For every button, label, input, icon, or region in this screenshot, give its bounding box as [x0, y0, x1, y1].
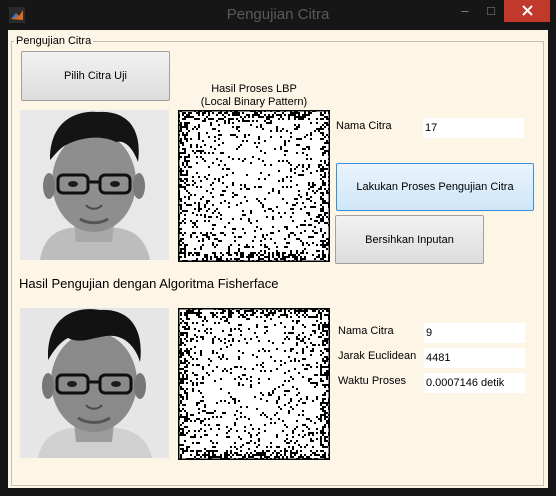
lbp-noise-image: [178, 110, 330, 262]
maximize-button[interactable]: □: [478, 0, 504, 22]
maximize-icon: □: [487, 3, 495, 18]
input-nama-citra-label: Nama Citra: [336, 120, 392, 132]
title-bar[interactable]: Pengujian Citra – □: [0, 0, 556, 30]
bersihkan-inputan-label: Bersihkan Inputan: [365, 233, 454, 246]
lakukan-proses-label: Lakukan Proses Pengujian Citra: [356, 181, 514, 193]
close-button[interactable]: [504, 0, 550, 22]
input-face-photo: [20, 110, 169, 260]
pilih-citra-uji-button[interactable]: Pilih Citra Uji: [21, 51, 170, 101]
matched-face-photo: [20, 308, 169, 458]
lbp-caption-line2: (Local Binary Pattern): [200, 96, 308, 108]
close-icon: [521, 5, 533, 16]
result-heading: Hasil Pengujian dengan Algoritma Fisherf…: [19, 276, 279, 291]
waktu-proses-label: Waktu Proses: [338, 375, 407, 387]
lbp-result-image: [178, 308, 330, 460]
minimize-icon: –: [461, 3, 469, 18]
bersihkan-inputan-button[interactable]: Bersihkan Inputan: [335, 215, 484, 264]
result-nama-citra-field[interactable]: 9: [424, 323, 525, 343]
waktu-proses-field[interactable]: 0.0007146 detik: [424, 373, 525, 393]
result-nama-citra-label: Nama Citra: [338, 325, 394, 337]
input-nama-citra-field[interactable]: 17: [423, 118, 524, 138]
panel-title: Pengujian Citra: [14, 35, 94, 47]
window-client-area: Pengujian Citra Pilih Citra Uji Hasil Pr…: [8, 30, 548, 488]
lbp-caption-line1: Hasil Proses LBP: [211, 83, 297, 95]
jarak-euclidean-label: Jarak Euclidean: [338, 350, 417, 362]
lbp-input-image: [178, 110, 330, 262]
lbp-noise-image: [178, 308, 330, 460]
pilih-citra-uji-label: Pilih Citra Uji: [64, 70, 127, 82]
minimize-button[interactable]: –: [452, 0, 478, 22]
lakukan-proses-button[interactable]: Lakukan Proses Pengujian Citra: [336, 163, 534, 211]
jarak-euclidean-field[interactable]: 4481: [424, 348, 525, 368]
lbp-caption: Hasil Proses LBP (Local Binary Pattern): [178, 83, 330, 109]
